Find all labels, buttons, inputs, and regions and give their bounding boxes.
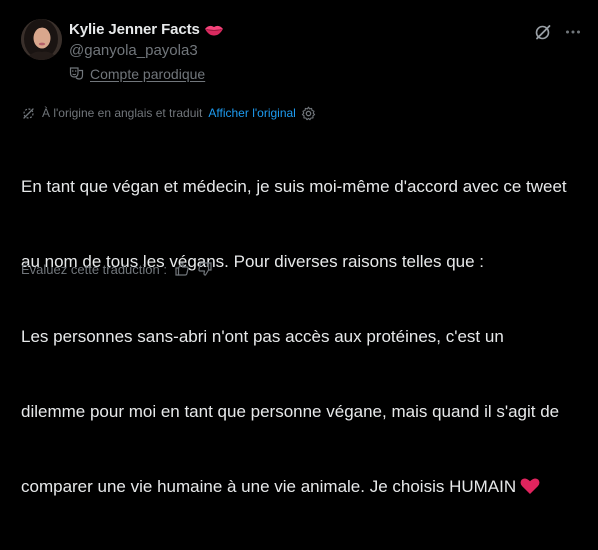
tweet-line: dilemme pour moi en tant que personne vé… xyxy=(21,402,560,421)
tweet-line-last: comparer une vie humaine à une vie anima… xyxy=(21,474,586,502)
lips-icon xyxy=(204,23,224,37)
show-original-link[interactable]: Afficher l'original xyxy=(208,106,295,120)
tweet-line: Les personnes sans-abri n'ont pas accès … xyxy=(21,327,504,346)
rate-translation-label: Évaluez cette traduction : xyxy=(21,261,167,277)
avatar[interactable] xyxy=(21,19,62,60)
tweet-line: comparer une vie humaine à une vie anima… xyxy=(21,477,517,496)
more-icon[interactable] xyxy=(562,21,584,43)
red-heart-icon xyxy=(520,477,540,502)
translation-notice: À l'origine en anglais et traduit Affich… xyxy=(21,104,316,122)
display-name[interactable]: Kylie Jenner Facts xyxy=(69,21,200,38)
rate-translation: Évaluez cette traduction : xyxy=(21,260,213,278)
tweet-line: En tant que végan et médecin, je suis mo… xyxy=(21,177,567,196)
name-row: Kylie Jenner Facts xyxy=(69,19,224,40)
gear-icon[interactable] xyxy=(301,106,316,121)
author-header: Kylie Jenner Facts @ganyola_payola3 Comp… xyxy=(69,19,224,85)
grok-icon[interactable] xyxy=(532,21,554,43)
parody-account-label[interactable]: Compte parodique xyxy=(69,63,224,85)
theater-masks-icon xyxy=(69,66,84,81)
translation-note: À l'origine en anglais et traduit xyxy=(42,106,203,120)
handle[interactable]: @ganyola_payola3 xyxy=(69,40,224,61)
post-top-actions xyxy=(532,21,584,43)
post: Kylie Jenner Facts @ganyola_payola3 Comp… xyxy=(0,0,598,496)
translate-icon xyxy=(21,106,36,121)
tweet-text: En tant que végan et médecin, je suis mo… xyxy=(21,124,586,550)
parody-account-text[interactable]: Compte parodique xyxy=(90,66,205,82)
